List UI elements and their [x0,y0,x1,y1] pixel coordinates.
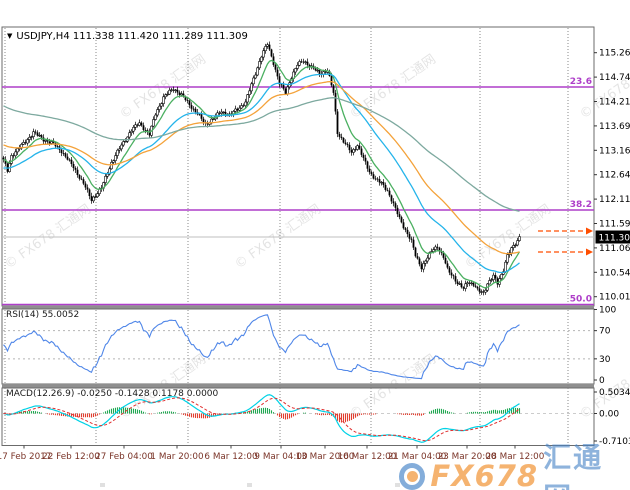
fx678-logo: FX678 汇通网 [399,436,630,490]
price-axis-label: 110.540 [599,268,630,278]
rsi-axis-label: 30 [599,355,611,365]
price-axis-label: 114.215 [599,98,630,108]
price-axis-label: 115.265 [599,49,630,59]
current-price-box-text: 111.309 [599,234,630,244]
price-axis-label: 112.115 [599,195,630,205]
watermark-speck [100,483,105,487]
price-axis-label: 113.690 [599,122,630,132]
price-axis-label: 114.740 [599,73,630,83]
time-axis-label: 6 Mar 12:00 [204,452,258,462]
fx678-logo-text: FX678 [430,459,538,490]
symbol-ohlc-label: ▼ USDJPY,H4 111.338 111.420 111.289 111.… [7,31,248,42]
price-axis-label: 111.065 [599,244,630,254]
panel-splitter[interactable] [2,384,594,388]
macd-axis-label: 0.00 [599,410,619,420]
target-arrow-head [586,249,593,256]
dropdown-arrow-icon[interactable]: ▼ [7,33,12,40]
huitong-logo-text: 汇通网 [543,436,630,490]
price-axis-label: 110.015 [599,293,630,303]
rsi-axis-label: 70 [599,327,611,337]
rsi-axis-label: 0 [599,376,605,386]
rsi-indicator-label: RSI(14) 55.0052 [6,310,79,320]
rsi-panel[interactable] [2,309,594,384]
macd-signal-line [4,398,520,441]
time-axis-label: 22 Feb 12:00 [42,452,100,462]
price-axis-label: 113.165 [599,146,630,156]
price-axis-label: 111.590 [599,220,630,230]
rsi-axis-label: 100 [599,306,616,316]
macd-axis-label: 0.5034 [599,388,630,398]
macd-histogram [8,407,520,422]
fibonacci-level-label: 38.2 [570,200,592,210]
fibonacci-level-label: 50.0 [570,295,592,305]
fibonacci-level-label: 23.6 [570,77,592,87]
time-axis-label: 27 Feb 04:00 [95,452,153,462]
ma-longest-line [4,98,520,212]
macd-indicator-label: MACD(12.26.9) -0.0250 -0.1428 0.1178 0.0… [6,389,218,399]
fx678-logo-icon [399,463,425,490]
symbol-ohlc-text: USDJPY,H4 111.338 111.420 111.289 111.30… [16,31,247,42]
price-axis-label: 112.640 [599,171,630,181]
target-arrow-head [586,228,593,235]
time-axis-label: 1 Mar 20:00 [150,452,204,462]
watermark-speck [247,483,252,487]
chart-canvas[interactable]: © FX678 汇通网© FX678 汇通网© FX678 汇通网© FX678… [0,0,630,490]
rsi-line [4,315,520,379]
trading-chart-window: © FX678 汇通网© FX678 汇通网© FX678 汇通网© FX678… [0,0,630,490]
